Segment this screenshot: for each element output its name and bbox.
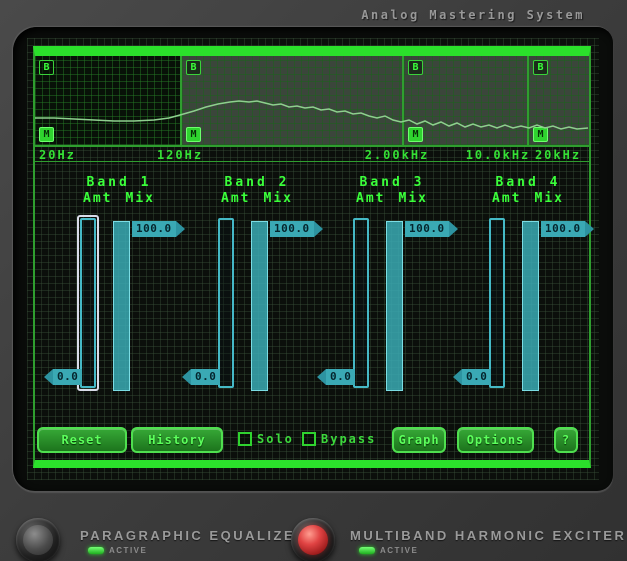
- paragraphic-equalizer-knob-cap: [23, 525, 53, 555]
- band3-amt-slider[interactable]: [350, 215, 372, 391]
- exciter-active-led: [359, 547, 375, 554]
- band1-mute-button[interactable]: M: [39, 127, 54, 142]
- band1-mix-value-tag[interactable]: 100.0: [132, 221, 185, 237]
- band3-bypass-button[interactable]: B: [408, 60, 423, 75]
- help-button[interactable]: ?: [554, 427, 578, 453]
- band4-mix-value: 100.0: [541, 221, 585, 237]
- band3-amt-value-tag[interactable]: 0.0: [317, 369, 355, 385]
- options-button[interactable]: Options: [457, 427, 534, 453]
- spectrum-analyzer: B M B M B M B M: [35, 56, 589, 145]
- band1-mix-label: Mix: [126, 191, 155, 206]
- equalizer-active-label: ACTIVE: [109, 546, 147, 555]
- band3-slider-labels: Amt Mix: [334, 191, 450, 206]
- bypass-label: Bypass: [321, 432, 376, 446]
- band3-mute-button[interactable]: M: [408, 127, 423, 142]
- band3-title: Band 3: [334, 175, 450, 190]
- band4-slider-labels: Amt Mix: [470, 191, 586, 206]
- band2-mix-value: 100.0: [270, 221, 314, 237]
- freq-label-10khz: 10.0kHz: [466, 148, 531, 162]
- band4-bypass-button[interactable]: B: [533, 60, 548, 75]
- band2-mix-value-tag[interactable]: 100.0: [270, 221, 323, 237]
- band3-mix-label: Mix: [399, 191, 428, 206]
- band1-title: Band 1: [61, 175, 177, 190]
- band1-amt-value: 0.0: [53, 369, 82, 385]
- band4-amt-label: Amt: [492, 191, 521, 206]
- freq-label-120hz: 120Hz: [157, 148, 203, 162]
- band3-mix-value: 100.0: [405, 221, 449, 237]
- display-bezel: B M B M B M B M: [13, 27, 613, 491]
- band3-group: Band 3 Amt Mix 100.0 0.: [316, 162, 468, 402]
- band4-amt-slider[interactable]: [486, 215, 508, 391]
- band2-amt-tag-arrow-icon: [182, 369, 191, 385]
- band2-slider-labels: Amt Mix: [199, 191, 315, 206]
- band3-mix-slider[interactable]: [386, 221, 403, 391]
- exciter-active-label: ACTIVE: [380, 546, 418, 555]
- freq-label-20khz: 20kHz: [535, 148, 581, 162]
- band4-mix-value-tag[interactable]: 100.0: [541, 221, 594, 237]
- band1-group: Band 1 Amt Mix 100.0 0.: [43, 162, 195, 402]
- band4-mix-label: Mix: [535, 191, 564, 206]
- solo-checkbox[interactable]: [238, 432, 252, 446]
- band4-mute-button[interactable]: M: [533, 127, 548, 142]
- band2-mix-slider[interactable]: [251, 221, 268, 391]
- band4-group: Band 4 Amt Mix 100.0 0.: [452, 162, 604, 402]
- reset-button[interactable]: Reset: [37, 427, 127, 453]
- band3-amt-slider-track: [353, 218, 369, 388]
- band4-mix-tag-arrow-icon: [585, 221, 594, 237]
- band3-mix-value-tag[interactable]: 100.0: [405, 221, 458, 237]
- band2-amt-value: 0.0: [191, 369, 220, 385]
- band-controls-panel: Band 1 Amt Mix 100.0 0.: [35, 162, 589, 460]
- spectrum-band-3[interactable]: B M: [402, 56, 527, 145]
- band4-amt-value: 0.0: [462, 369, 491, 385]
- spectrum-band-2[interactable]: B M: [180, 56, 402, 145]
- band4-amt-slider-track: [489, 218, 505, 388]
- equalizer-active-led: [88, 547, 104, 554]
- window-title: Analog Mastering System: [361, 8, 585, 22]
- band4-amt-tag-arrow-icon: [453, 369, 462, 385]
- band1-mix-value: 100.0: [132, 221, 176, 237]
- band1-amt-slider-track: [80, 218, 96, 388]
- spectrum-band-4[interactable]: B M: [527, 56, 589, 145]
- band2-amt-label: Amt: [221, 191, 250, 206]
- plugin-window: Analog Mastering System B M B M B M: [0, 0, 627, 561]
- band2-group: Band 2 Amt Mix 100.0 0.: [181, 162, 333, 402]
- band1-amt-slider[interactable]: [77, 215, 99, 391]
- band2-amt-slider-track: [218, 218, 234, 388]
- frequency-scale: 20Hz 120Hz 2.00kHz 10.0kHz 20kHz: [35, 145, 589, 162]
- band1-amt-tag-arrow-icon: [44, 369, 53, 385]
- band3-amt-label: Amt: [356, 191, 385, 206]
- band4-amt-value-tag[interactable]: 0.0: [453, 369, 491, 385]
- band2-amt-value-tag[interactable]: 0.0: [182, 369, 220, 385]
- band1-slider-labels: Amt Mix: [61, 191, 177, 206]
- band1-bypass-button[interactable]: B: [39, 60, 54, 75]
- band1-amt-label: Amt: [83, 191, 112, 206]
- band2-mute-button[interactable]: M: [186, 127, 201, 142]
- spectrum-band-1[interactable]: B M: [35, 56, 180, 145]
- band1-amt-value-tag[interactable]: 0.0: [44, 369, 82, 385]
- multiband-exciter-button[interactable]: [291, 518, 335, 561]
- band1-mix-slider[interactable]: [113, 221, 130, 391]
- band2-amt-slider[interactable]: [215, 215, 237, 391]
- freq-label-20hz: 20Hz: [39, 148, 76, 162]
- history-button[interactable]: History: [131, 427, 223, 453]
- multiband-exciter-label: MULTIBAND HARMONIC EXCITER: [350, 528, 626, 543]
- solo-label: Solo: [257, 432, 294, 446]
- display-frame: B M B M B M B M: [33, 46, 591, 468]
- band3-amt-tag-arrow-icon: [317, 369, 326, 385]
- band4-title: Band 4: [470, 175, 586, 190]
- band2-bypass-button[interactable]: B: [186, 60, 201, 75]
- bypass-checkbox[interactable]: [302, 432, 316, 446]
- band3-amt-value: 0.0: [326, 369, 355, 385]
- paragraphic-equalizer-label: PARAGRAPHIC EQUALIZER: [80, 528, 307, 543]
- graph-button[interactable]: Graph: [392, 427, 446, 453]
- band2-mix-label: Mix: [264, 191, 293, 206]
- paragraphic-equalizer-button[interactable]: [16, 518, 60, 561]
- band4-mix-slider[interactable]: [522, 221, 539, 391]
- green-display: B M B M B M B M: [27, 38, 599, 480]
- multiband-exciter-knob-cap: [298, 525, 328, 555]
- band2-title: Band 2: [199, 175, 315, 190]
- freq-label-2khz: 2.00kHz: [365, 148, 430, 162]
